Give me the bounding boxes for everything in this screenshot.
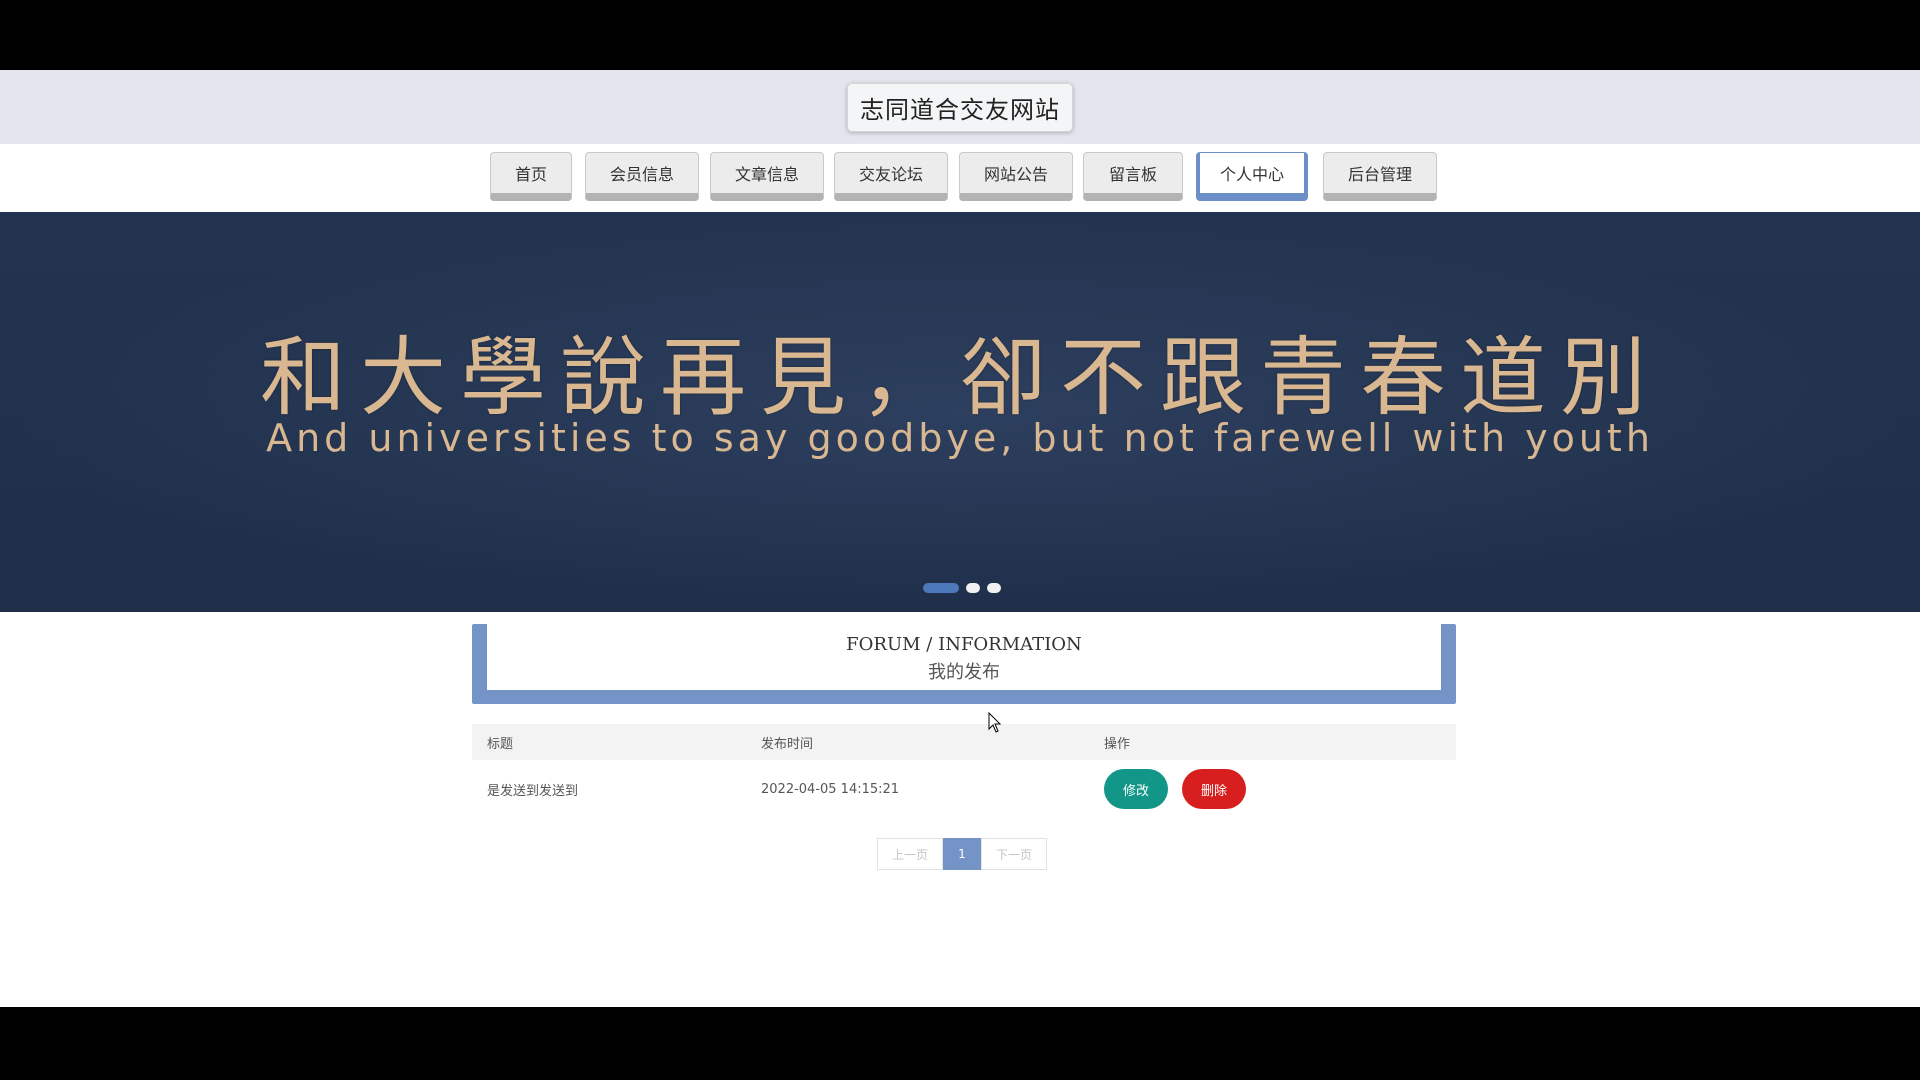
next-page-button[interactable]: 下一页	[981, 838, 1047, 870]
nav-members[interactable]: 会员信息	[585, 152, 699, 201]
nav-forum[interactable]: 交友论坛	[834, 152, 948, 201]
row-title: 是发送到发送到	[487, 783, 579, 799]
nav-bar: 首页 会员信息 文章信息 交友论坛 网站公告 留言板 个人中心 后台管理	[0, 144, 1920, 212]
nav-admin[interactable]: 后台管理	[1323, 152, 1437, 201]
table-header: 标题 发布时间 操作	[472, 724, 1456, 760]
carousel-dot-1[interactable]	[923, 583, 959, 593]
site-title: 志同道合交友网站	[847, 82, 1073, 132]
prev-page-button[interactable]: 上一页	[877, 838, 943, 870]
carousel-dot-3[interactable]	[987, 583, 1001, 593]
row-time: 2022-04-05 14:15:21	[761, 781, 900, 797]
posts-table: 标题 发布时间 操作 是发送到发送到 2022-04-05 14:15:21 修…	[472, 724, 1456, 818]
nav-home[interactable]: 首页	[490, 152, 572, 201]
main-content: FORUM / INFORMATION 我的发布 标题 发布时间 操作 是发送到…	[0, 612, 1920, 1007]
nav-personal-center[interactable]: 个人中心	[1196, 152, 1308, 201]
nav-message-board[interactable]: 留言板	[1083, 152, 1183, 201]
pagination: 上一页 1 下一页	[877, 838, 1047, 870]
edit-button[interactable]: 修改	[1104, 769, 1168, 809]
nav-announcements[interactable]: 网站公告	[959, 152, 1073, 201]
table-row: 是发送到发送到 2022-04-05 14:15:21 修改 删除	[472, 760, 1456, 818]
banner-title-en: And universities to say goodbye, but not…	[266, 416, 1654, 460]
header-actions: 操作	[1104, 736, 1131, 752]
section-header: FORUM / INFORMATION 我的发布	[472, 624, 1456, 704]
page-1-button[interactable]: 1	[943, 838, 981, 870]
banner-carousel[interactable]: 和大學說再見，卻不跟青春道別 And universities to say g…	[0, 212, 1920, 612]
section-title-en: FORUM / INFORMATION	[846, 634, 1082, 655]
banner-title-cn: 和大學說再見，卻不跟青春道別	[260, 328, 1660, 428]
carousel-dot-2[interactable]	[966, 583, 980, 593]
header-bar: 志同道合交友网站	[0, 70, 1920, 144]
header-title: 标题	[487, 736, 514, 752]
nav-articles[interactable]: 文章信息	[710, 152, 824, 201]
header-time: 发布时间	[761, 736, 814, 752]
carousel-indicators	[923, 583, 1001, 593]
delete-button[interactable]: 删除	[1182, 769, 1246, 809]
section-title-cn: 我的发布	[928, 662, 1000, 683]
mouse-cursor-icon	[988, 712, 1002, 733]
